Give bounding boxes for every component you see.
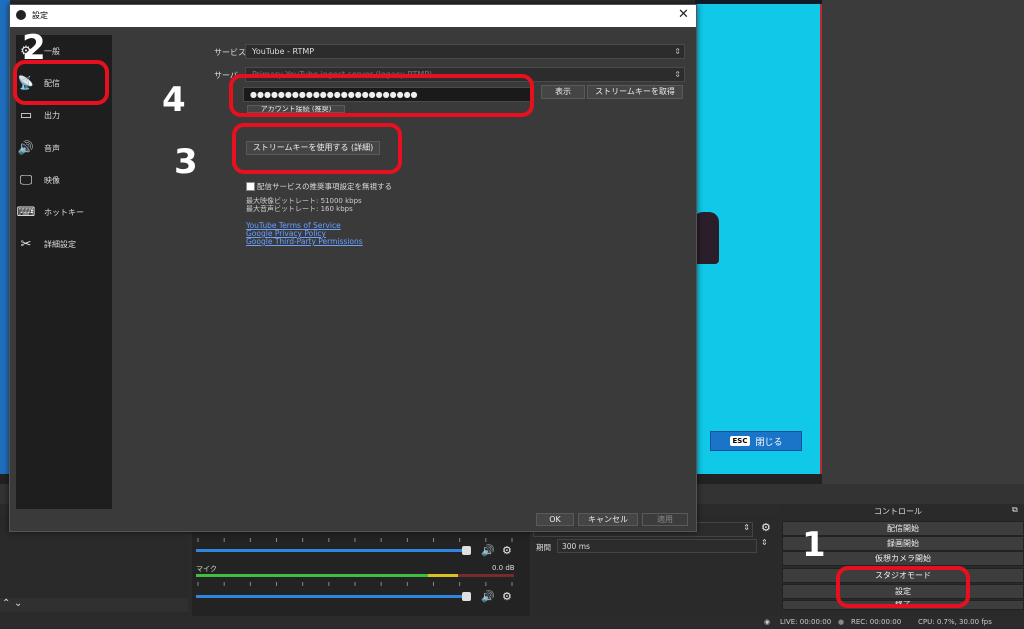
gear-icon[interactable]: ⚙ xyxy=(502,590,512,603)
annotation-box-1 xyxy=(836,566,970,608)
get-stream-key-button[interactable]: ストリームキーを取得 xyxy=(587,85,683,99)
scenes-toolbar: ⌃ ⌄ xyxy=(0,598,188,612)
mixer-ticks-2 xyxy=(197,582,513,586)
obs-logo-icon xyxy=(16,10,26,20)
speaker-icon[interactable]: 🔊 xyxy=(481,544,495,557)
sidebar-item-output[interactable]: ▭ 出力 xyxy=(16,103,110,127)
annotation-box-3 xyxy=(232,123,402,174)
live-time: LIVE: 00:00:00 xyxy=(780,618,832,626)
preview-close-label: 閉じる xyxy=(755,437,783,448)
mixer-scale-top xyxy=(196,536,514,542)
apply-button[interactable]: 適用 xyxy=(642,513,688,526)
annotation-number-2: 2 xyxy=(22,28,46,68)
cancel-button[interactable]: キャンセル xyxy=(578,513,638,526)
volume-slider-track-2[interactable] xyxy=(196,595,466,598)
speaker-icon: 🔊 xyxy=(17,140,35,156)
mixer-scale-bottom xyxy=(196,580,514,586)
dialog-title: 設定 xyxy=(32,11,48,20)
service-label: サービス xyxy=(214,48,246,57)
service-select[interactable]: YouTube - RTMP ⇕ xyxy=(245,44,685,59)
preview-close-button[interactable]: ESC 閉じる xyxy=(710,431,802,451)
sidebar-item-video[interactable]: 🖵 映像 xyxy=(16,168,110,192)
keyboard-icon: ⌨ xyxy=(16,204,36,220)
audio-mixer-dock: 🔊 ⚙ マイク 0.0 dB 🔊 ⚙ xyxy=(192,520,530,616)
sidebar-item-label: ホットキー xyxy=(44,207,84,217)
sidebar-item-label: 詳細設定 xyxy=(44,239,76,249)
status-bar: ◉ LIVE: 00:00:00 ● REC: 00:00:00 CPU: 0.… xyxy=(0,616,1024,629)
show-key-button[interactable]: 表示 xyxy=(541,85,585,99)
level-meter-yellow xyxy=(428,574,458,577)
cpu-fps: CPU: 0.7%, 30.00 fps xyxy=(918,618,992,626)
max-audio-bitrate: 最大音声ビットレート: 160 kbps xyxy=(246,205,353,213)
level-meter-red xyxy=(458,574,514,577)
annotation-number-4: 4 xyxy=(162,80,186,120)
sidebar-item-advanced[interactable]: ✂ 詳細設定 xyxy=(16,232,110,256)
volume-slider-handle-1[interactable] xyxy=(462,546,471,555)
select-arrows-icon: ⇕ xyxy=(674,47,681,56)
esc-key-badge: ESC xyxy=(729,436,751,446)
ignore-recommendations-checkbox[interactable] xyxy=(246,182,255,191)
gear-icon[interactable]: ⚙ xyxy=(502,544,512,557)
ok-button[interactable]: OK xyxy=(536,513,574,526)
select-arrows-icon: ⇕ xyxy=(674,70,681,79)
sidebar-item-label: 音声 xyxy=(44,143,60,153)
sidebar-item-hotkeys[interactable]: ⌨ ホットキー xyxy=(16,200,110,224)
rec-dot-icon: ● xyxy=(838,618,845,626)
sidebar-item-label: 出力 xyxy=(44,110,60,120)
output-icon: ▭ xyxy=(19,107,33,123)
third-party-permissions-link[interactable]: Google Third-Party Permissions xyxy=(246,237,363,246)
annotation-number-3: 3 xyxy=(174,142,198,182)
dock-float-icon[interactable]: ⧉ xyxy=(1012,505,1018,515)
spinner-icon: ⇕ xyxy=(743,523,750,532)
mixer-ticks xyxy=(197,538,513,542)
ignore-recommendations-label: 配信サービスの推奨事項設定を無視する xyxy=(257,182,392,191)
sidebar-item-label: 映像 xyxy=(44,175,60,185)
close-icon[interactable]: ✕ xyxy=(678,7,689,22)
stepper-icon[interactable]: ⇕ xyxy=(761,538,768,547)
right-background xyxy=(822,0,1024,500)
broadcast-icon: ◉ xyxy=(764,618,771,626)
duration-label: 期間 xyxy=(536,543,551,552)
sidebar-item-label: 一般 xyxy=(44,46,60,56)
gear-icon[interactable]: ⚙ xyxy=(761,521,771,534)
controls-title: コントロール xyxy=(874,507,922,516)
annotation-number-1: 1 xyxy=(802,525,826,565)
service-value: YouTube - RTMP xyxy=(252,47,315,56)
volume-slider-handle-2[interactable] xyxy=(462,592,471,601)
dialog-titlebar: 設定 ✕ xyxy=(10,5,696,27)
chevron-up-icon[interactable]: ⌃ xyxy=(2,598,10,609)
level-meter-green xyxy=(196,574,428,577)
chevron-down-icon[interactable]: ⌄ xyxy=(14,598,22,609)
sidebar-item-audio[interactable]: 🔊 音声 xyxy=(16,136,110,160)
tools-icon: ✂ xyxy=(20,236,32,252)
mixer-db-value: 0.0 dB xyxy=(492,564,515,572)
mixer-channel-name: マイク xyxy=(196,565,217,573)
volume-slider-track-1[interactable] xyxy=(196,549,466,552)
speaker-icon[interactable]: 🔊 xyxy=(481,590,495,603)
annotation-box-4 xyxy=(229,74,534,117)
monitor-icon: 🖵 xyxy=(19,172,33,188)
duration-input[interactable]: 300 ms xyxy=(557,539,757,553)
rec-time: REC: 00:00:00 xyxy=(851,618,902,626)
